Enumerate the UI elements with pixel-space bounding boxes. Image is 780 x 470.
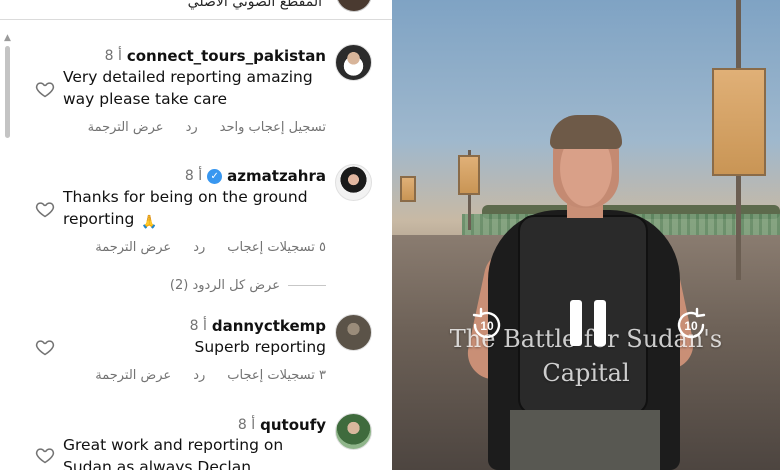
comment-time: 8 أ bbox=[237, 417, 256, 433]
comment-item: 8 أ dannyctkemp Superb reporting ٣ تسجيل… bbox=[30, 314, 376, 394]
like-count[interactable]: تسجيل إعجاب واحد bbox=[220, 120, 326, 135]
comment-text: Very detailed reporting amazing way plea… bbox=[63, 66, 316, 110]
see-translation-button[interactable]: عرض الترجمة bbox=[88, 120, 164, 135]
view-all-replies-button[interactable]: عرض كل الردود (2) bbox=[170, 278, 326, 293]
original-audio-row[interactable]: المقطع الصوتي الأصلي bbox=[0, 0, 392, 20]
comments-panel: المقطع الصوتي الأصلي ▲ 8 أ connect_tours… bbox=[0, 0, 392, 470]
reporter-pants bbox=[510, 410, 660, 470]
pause-bar bbox=[594, 300, 606, 346]
comment-header: 8 أ dannyctkemp bbox=[190, 315, 326, 337]
praying-hands-emoji: 🙏 bbox=[141, 215, 158, 230]
comment-username[interactable]: dannyctkemp bbox=[212, 317, 326, 335]
scroll-up-arrow-icon[interactable]: ▲ bbox=[4, 33, 11, 43]
avatar[interactable] bbox=[335, 413, 372, 450]
like-heart-icon[interactable] bbox=[35, 79, 55, 99]
forward-10-icon[interactable]: 10 bbox=[671, 305, 711, 345]
comment-item: 8 أ ✓ azmatzahra Thanks for being on the… bbox=[30, 164, 376, 264]
avatar[interactable] bbox=[335, 164, 372, 201]
comment-body: Very detailed reporting amazing way plea… bbox=[63, 68, 313, 108]
comment-time: 8 أ bbox=[104, 48, 122, 64]
original-audio-label[interactable]: المقطع الصوتي الأصلي bbox=[188, 0, 322, 10]
replies-divider-line bbox=[288, 285, 326, 286]
pause-button[interactable] bbox=[570, 300, 606, 346]
see-translation-button[interactable]: عرض الترجمة bbox=[95, 368, 171, 383]
like-count[interactable]: ٣ تسجيلات إعجاب bbox=[227, 368, 326, 383]
reporter-hair bbox=[550, 115, 622, 149]
comment-body: Superb reporting bbox=[194, 338, 327, 356]
rewind-seconds-label: 10 bbox=[480, 319, 494, 333]
reply-button[interactable]: رد bbox=[193, 240, 205, 255]
comment-body: Great work and reporting on Sudan as alw… bbox=[63, 436, 284, 470]
billboard bbox=[400, 176, 416, 202]
forward-seconds-label: 10 bbox=[684, 319, 698, 333]
comment-actions: تسجيل إعجاب واحد رد عرض الترجمة bbox=[88, 120, 326, 135]
comment-username[interactable]: connect_tours_pakistan bbox=[127, 47, 326, 65]
comment-item: 8 أ connect_tours_pakistan Very detailed… bbox=[30, 44, 376, 144]
comment-username[interactable]: azmatzahra bbox=[227, 167, 326, 185]
see-translation-button[interactable]: عرض الترجمة bbox=[95, 240, 171, 255]
comment-username[interactable]: qutoufy bbox=[260, 416, 326, 434]
comment-body: Thanks for being on the ground reporting bbox=[63, 188, 308, 228]
comment-header: 8 أ qutoufy bbox=[238, 414, 326, 436]
comment-text: Thanks for being on the ground reporting… bbox=[63, 186, 316, 230]
comment-text: Superb reporting bbox=[195, 336, 327, 358]
comment-time: 8 أ bbox=[184, 168, 203, 184]
like-heart-icon[interactable] bbox=[35, 337, 55, 357]
avatar[interactable] bbox=[335, 314, 372, 351]
comment-time: 8 أ bbox=[189, 318, 207, 334]
verified-badge-icon: ✓ bbox=[207, 168, 223, 184]
comment-actions: ٥ تسجيلات إعجاب رد عرض الترجمة bbox=[95, 240, 326, 255]
rewind-10-icon[interactable]: 10 bbox=[467, 305, 507, 345]
comment-header: 8 أ ✓ azmatzahra bbox=[185, 165, 326, 187]
comment-item: 8 أ qutoufy Great work and reporting on … bbox=[30, 413, 376, 470]
reply-button[interactable]: رد bbox=[186, 120, 198, 135]
audio-avatar[interactable] bbox=[336, 0, 372, 12]
view-all-replies-label[interactable]: عرض كل الردود (2) bbox=[170, 278, 280, 293]
avatar[interactable] bbox=[335, 44, 372, 81]
like-heart-icon[interactable] bbox=[35, 445, 55, 465]
scrollbar-thumb[interactable] bbox=[5, 46, 10, 138]
comment-actions: ٣ تسجيلات إعجاب رد عرض الترجمة bbox=[95, 368, 326, 383]
pause-bar bbox=[570, 300, 582, 346]
video-player[interactable]: The Battle for Sudan's Capital 10 10 bbox=[392, 0, 780, 470]
comment-text: Great work and reporting on Sudan as alw… bbox=[63, 434, 316, 470]
billboard bbox=[458, 155, 480, 195]
comment-header: 8 أ connect_tours_pakistan bbox=[105, 45, 326, 67]
reply-button[interactable]: رد bbox=[193, 368, 205, 383]
video-title-line: Capital bbox=[542, 359, 630, 387]
like-heart-icon[interactable] bbox=[35, 199, 55, 219]
billboard bbox=[712, 68, 766, 176]
like-count[interactable]: ٥ تسجيلات إعجاب bbox=[227, 240, 326, 255]
